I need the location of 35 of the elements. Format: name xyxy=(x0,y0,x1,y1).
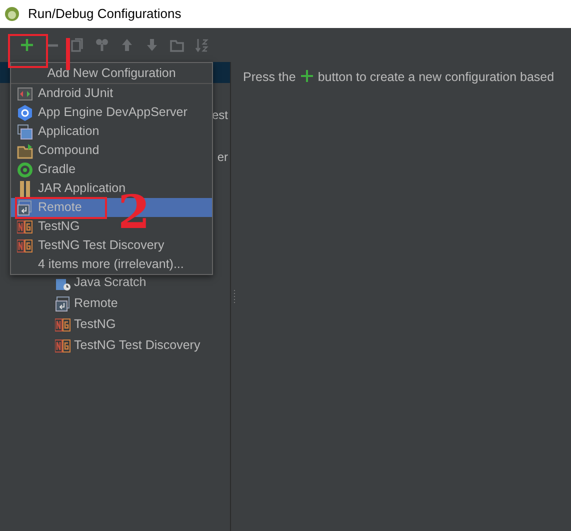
folder-icon xyxy=(168,37,184,53)
hexagon-icon xyxy=(17,104,33,120)
testng-icon xyxy=(55,316,71,332)
sort-icon xyxy=(194,37,210,53)
jar-icon xyxy=(17,180,33,196)
window-title: Run/Debug Configurations xyxy=(28,5,182,24)
menu-item[interactable]: Gradle xyxy=(11,160,212,179)
hint-text: button to create a new configuration based xyxy=(318,69,554,86)
menu-item[interactable]: Android JUnit xyxy=(11,84,212,103)
menu-item[interactable]: Compound xyxy=(11,141,212,160)
app-icon xyxy=(4,6,20,22)
application-icon xyxy=(17,124,33,140)
tree-item[interactable]: Remote xyxy=(0,293,230,314)
tree-item[interactable]: TestNG Test Discovery xyxy=(0,335,230,356)
annotation-stroke xyxy=(66,38,70,70)
folder-icon xyxy=(17,142,33,158)
testng-icon xyxy=(55,338,71,354)
tree-item[interactable]: TestNG xyxy=(0,314,230,335)
testng-icon xyxy=(17,218,33,234)
android-junit-icon xyxy=(17,86,33,102)
remove-icon xyxy=(46,44,58,46)
remote-icon xyxy=(17,200,33,216)
menu-item[interactable]: TestNG Test Discovery xyxy=(11,236,212,255)
hint-text: Press the xyxy=(243,69,296,86)
annotation-box xyxy=(8,34,48,68)
add-icon xyxy=(300,69,314,83)
copy-icon xyxy=(68,37,84,53)
menu-item[interactable]: App Engine DevAppServer xyxy=(11,103,212,122)
tree-item[interactable]: Java Scratch xyxy=(0,272,230,293)
menu-item[interactable]: Application xyxy=(11,122,212,141)
testng-icon xyxy=(17,238,33,254)
add-icon xyxy=(18,37,34,53)
more-items-link[interactable]: 4 items more (irrelevant)... xyxy=(11,255,212,274)
remote-icon xyxy=(55,296,71,312)
gradle-icon xyxy=(17,162,33,178)
